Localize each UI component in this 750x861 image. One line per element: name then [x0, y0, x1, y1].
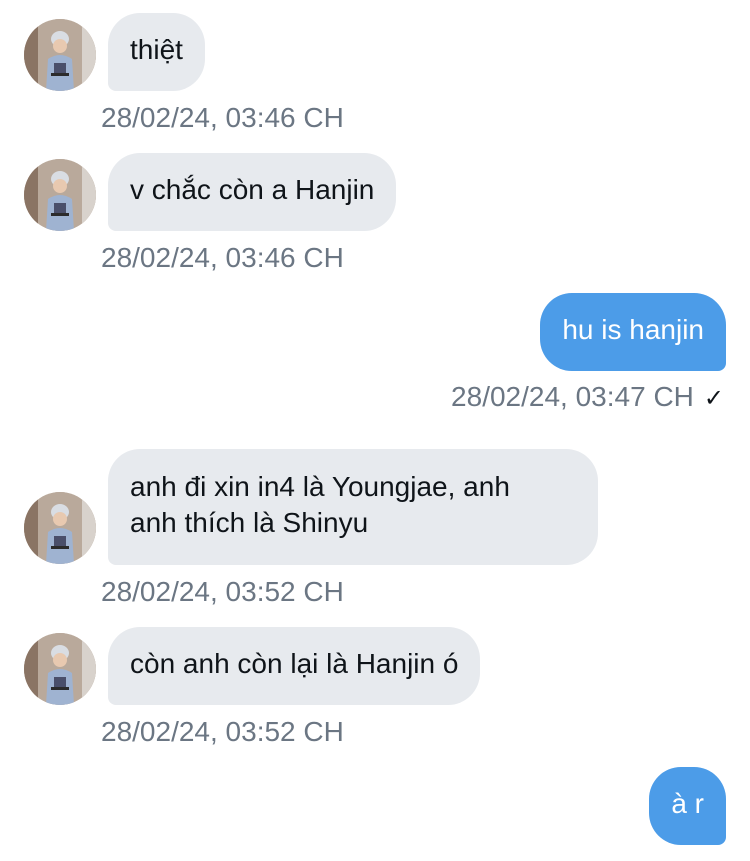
message-timestamp: 28/02/24, 03:46 CH: [101, 242, 344, 273]
message-bubble[interactable]: à r: [649, 767, 726, 845]
avatar-icon: [24, 633, 96, 705]
message-text: à r: [671, 788, 704, 819]
message-text: v chắc còn a Hanjin: [130, 174, 375, 205]
contact-avatar[interactable]: [24, 19, 96, 91]
message-bubble[interactable]: anh đi xin in4 là Youngjae, anh anh thíc…: [108, 449, 598, 565]
message-timestamp: 28/02/24, 03:47 CH ✓: [451, 380, 724, 416]
message-text-line: anh đi xin in4 là Youngjae, anh: [130, 471, 510, 502]
message-bubble[interactable]: v chắc còn a Hanjin: [108, 153, 397, 231]
avatar-icon: [24, 159, 96, 231]
contact-avatar[interactable]: [24, 159, 96, 231]
message-row-incoming: anh đi xin in4 là Youngjae, anh anh thíc…: [0, 448, 750, 618]
message-timestamp: 28/02/24, 03:46 CH: [101, 102, 344, 133]
message-row-outgoing: hu is hanjin 28/02/24, 03:47 CH ✓: [0, 292, 750, 422]
message-row-incoming: v chắc còn a Hanjin 28/02/24, 03:46 CH: [0, 140, 750, 280]
message-text-line: anh thích là Shinyu: [130, 507, 369, 538]
message-bubble[interactable]: còn anh còn lại là Hanjin ó: [108, 627, 481, 705]
contact-avatar[interactable]: [24, 492, 96, 564]
message-bubble[interactable]: hu is hanjin: [540, 293, 726, 371]
message-text: thiệt: [130, 34, 183, 65]
message-text: còn anh còn lại là Hanjin ó: [130, 648, 459, 679]
message-row-outgoing: à r: [0, 766, 750, 861]
contact-avatar[interactable]: [24, 633, 96, 705]
message-timestamp: 28/02/24, 03:52 CH: [101, 716, 344, 747]
message-timestamp: 28/02/24, 03:52 CH: [101, 576, 344, 607]
checkmark-icon: ✓: [703, 385, 724, 412]
avatar-icon: [24, 492, 96, 564]
message-text: hu is hanjin: [562, 314, 704, 345]
message-time: 28/02/24, 03:47 CH: [451, 381, 694, 412]
avatar-icon: [24, 19, 96, 91]
message-bubble[interactable]: thiệt: [108, 13, 205, 91]
message-row-incoming: còn anh còn lại là Hanjin ó 28/02/24, 03…: [0, 614, 750, 754]
message-thread[interactable]: thiệt 28/02/24, 03:46 CH v chắc còn a Ha…: [0, 0, 750, 861]
message-row-incoming: thiệt 28/02/24, 03:46 CH: [0, 0, 750, 140]
